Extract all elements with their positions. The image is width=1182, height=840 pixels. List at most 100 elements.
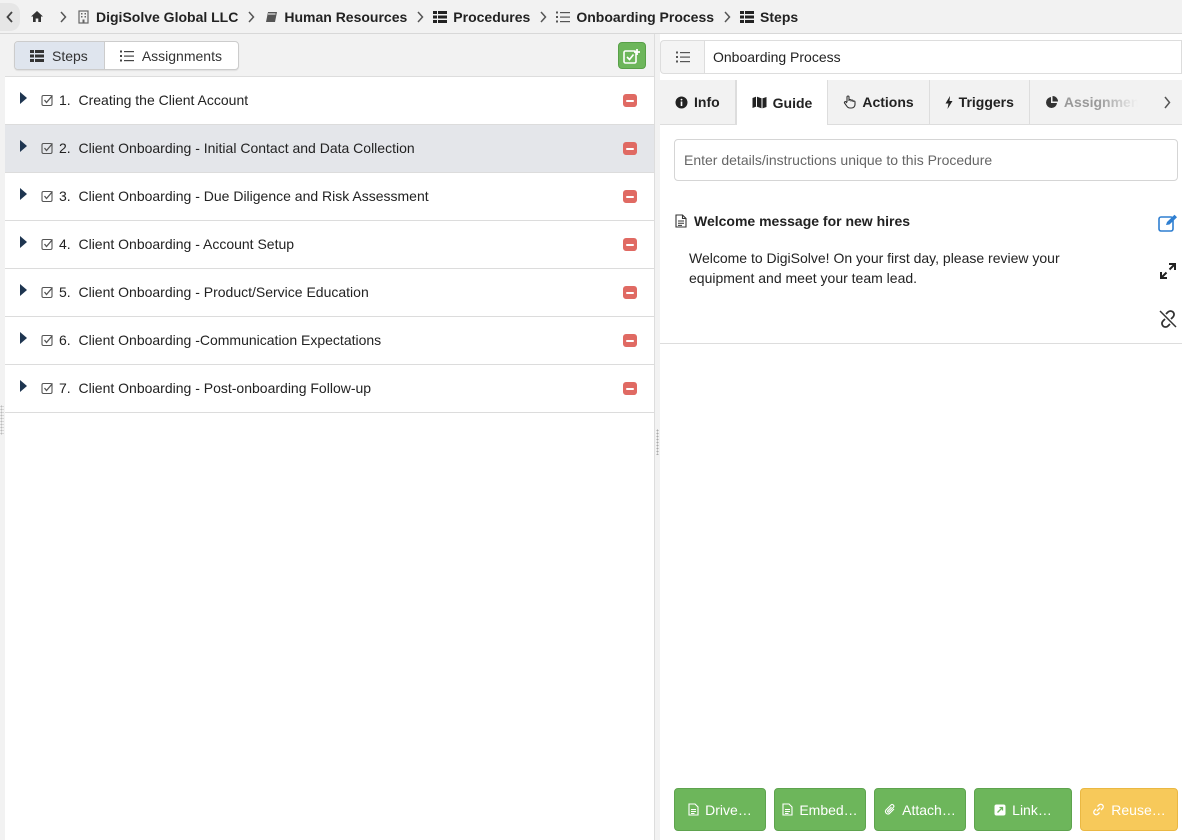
unlink-icon[interactable] <box>1157 308 1179 330</box>
checkbox-icon <box>41 238 54 251</box>
caret-right-icon[interactable] <box>19 283 31 297</box>
hand-pointer-icon <box>843 95 856 109</box>
edit-icon[interactable] <box>1157 212 1179 234</box>
breadcrumb-item-department[interactable]: Human Resources <box>264 9 407 25</box>
step-row[interactable]: 6. Client Onboarding -Communication Expe… <box>5 317 654 365</box>
link-button-label: Link… <box>1012 801 1052 818</box>
chevron-right-icon <box>539 10 547 23</box>
chevron-right-icon <box>59 10 67 23</box>
chevron-right-icon[interactable] <box>1152 80 1182 124</box>
step-title: Client Onboarding - Due Diligence and Ri… <box>78 188 429 204</box>
link-icon <box>1092 803 1105 816</box>
tab-steps[interactable]: Steps <box>15 42 105 69</box>
caret-right-icon[interactable] <box>19 91 31 105</box>
step-number: 7. <box>59 380 71 396</box>
breadcrumb-label: Onboarding Process <box>576 8 715 25</box>
guide-title-text: Welcome message for new hires <box>694 213 911 229</box>
file-icon <box>688 803 699 816</box>
step-row[interactable]: 5. Client Onboarding - Product/Service E… <box>5 269 654 317</box>
remove-step-button[interactable] <box>623 142 637 155</box>
step-row[interactable]: 3. Client Onboarding - Due Diligence and… <box>5 173 654 221</box>
building-icon <box>76 9 90 24</box>
breadcrumb: DigiSolve Global LLC Human Resources Pro… <box>0 0 1182 34</box>
tab-triggers[interactable]: Triggers <box>930 80 1030 124</box>
view-toggle: Steps Assignments <box>14 41 239 70</box>
caret-right-icon[interactable] <box>19 331 31 345</box>
checkbox-icon <box>41 190 54 203</box>
step-title: Client Onboarding - Post-onboarding Foll… <box>78 380 372 396</box>
step-number: 6. <box>59 332 71 348</box>
breadcrumb-label: Steps <box>760 8 799 25</box>
step-number: 4. <box>59 236 71 252</box>
step-title: Client Onboarding - Account Setup <box>78 236 295 252</box>
checkbox-icon <box>41 382 54 395</box>
tab-assignments[interactable]: Assignment <box>1030 80 1138 124</box>
tab-info[interactable]: Info <box>660 80 736 124</box>
step-label: 4. Client Onboarding - Account Setup <box>59 236 294 252</box>
left-resize-grip[interactable] <box>0 405 4 435</box>
back-chevron-icon[interactable] <box>0 2 20 31</box>
checkbox-icon <box>41 142 54 155</box>
drive-button-label: Drive… <box>705 801 752 818</box>
tab-label: Actions <box>862 94 914 110</box>
checkbox-icon <box>41 334 54 347</box>
tab-assignments[interactable]: Assignments <box>105 42 238 69</box>
breadcrumb-item-procedures[interactable]: Procedures <box>433 9 530 25</box>
tab-guide[interactable]: Guide <box>735 80 829 125</box>
embed-button[interactable]: Embed… <box>774 788 866 831</box>
step-row[interactable]: 4. Client Onboarding - Account Setup <box>5 221 654 269</box>
table-list-icon <box>740 10 755 24</box>
drive-button[interactable]: Drive… <box>674 788 766 831</box>
tab-assignments-label: Assignments <box>141 47 222 64</box>
attach-button[interactable]: Attach… <box>874 788 966 831</box>
document-icon <box>675 214 687 228</box>
procedure-details-input[interactable] <box>674 139 1178 181</box>
remove-step-button[interactable] <box>623 334 637 347</box>
step-number: 2. <box>59 140 71 156</box>
step-number: 5. <box>59 284 71 300</box>
link-button[interactable]: Link… <box>974 788 1072 831</box>
tab-actions[interactable]: Actions <box>828 80 930 124</box>
step-row[interactable]: 2. Client Onboarding - Initial Contact a… <box>5 125 654 173</box>
breadcrumb-label: DigiSolve Global LLC <box>96 8 239 25</box>
caret-right-icon[interactable] <box>19 139 31 153</box>
attach-button-label: Attach… <box>902 801 956 818</box>
remove-step-button[interactable] <box>623 94 637 107</box>
breadcrumb-item-company[interactable]: DigiSolve Global LLC <box>76 9 238 25</box>
step-title: Creating the Client Account <box>78 92 249 108</box>
steps-list: 1. Creating the Client Account 2. Client… <box>5 77 654 413</box>
splitter-grip <box>656 429 659 455</box>
step-label: 1. Creating the Client Account <box>59 92 248 108</box>
add-step-button[interactable] <box>618 42 646 69</box>
breadcrumb-label: Human Resources <box>284 8 408 25</box>
map-icon <box>752 96 767 109</box>
step-row[interactable]: 7. Client Onboarding - Post-onboarding F… <box>5 365 654 413</box>
procedure-title-input[interactable] <box>704 40 1182 74</box>
list-ol-icon <box>556 10 571 24</box>
bolt-icon <box>945 95 953 109</box>
remove-step-button[interactable] <box>623 286 637 299</box>
caret-right-icon[interactable] <box>19 379 31 393</box>
procedure-header <box>660 40 1182 74</box>
breadcrumb-item-steps[interactable]: Steps <box>740 9 798 25</box>
add-step-icon <box>623 48 640 64</box>
table-list-icon <box>433 10 448 24</box>
expand-icon[interactable] <box>1157 260 1179 282</box>
guide-entry-text: Welcome to DigiSolve! On your first day,… <box>689 250 1060 286</box>
checkbox-icon <box>41 286 54 299</box>
guide-entry-title: Welcome message for new hires <box>675 213 910 229</box>
tab-label: Triggers <box>958 94 1014 110</box>
reuse-button[interactable]: Reuse… <box>1080 788 1178 831</box>
caret-right-icon[interactable] <box>19 235 31 249</box>
step-row[interactable]: 1. Creating the Client Account <box>5 77 654 125</box>
chevron-right-icon <box>416 10 424 23</box>
breadcrumb-item-procedure[interactable]: Onboarding Process <box>556 9 714 25</box>
remove-step-button[interactable] <box>623 382 637 395</box>
remove-step-button[interactable] <box>623 190 637 203</box>
step-label: 7. Client Onboarding - Post-onboarding F… <box>59 380 371 396</box>
steps-toolbar: Steps Assignments <box>5 34 654 77</box>
caret-right-icon[interactable] <box>19 187 31 201</box>
list-icon[interactable] <box>660 40 704 74</box>
home-icon[interactable] <box>30 10 44 24</box>
remove-step-button[interactable] <box>623 238 637 251</box>
